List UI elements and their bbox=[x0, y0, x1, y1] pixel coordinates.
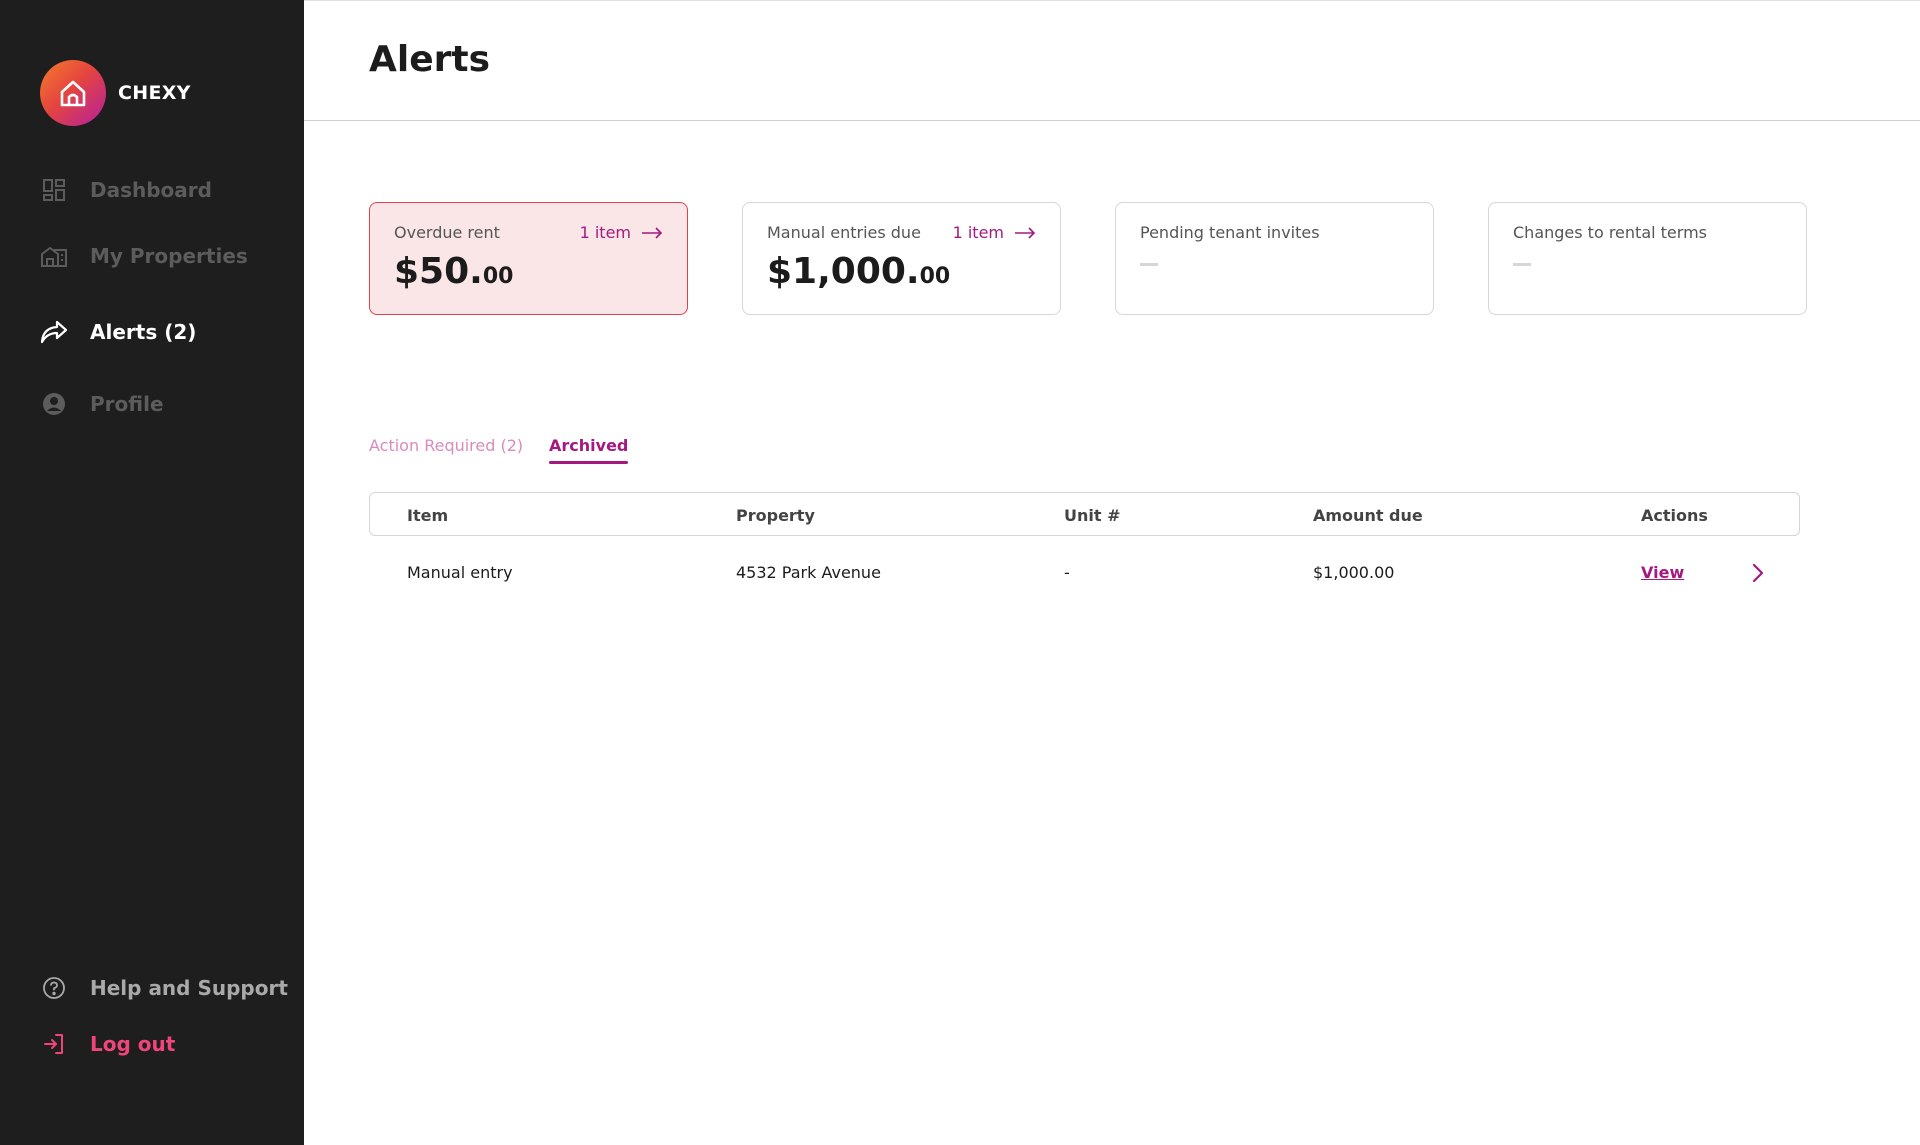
tab-archived[interactable]: Archived bbox=[549, 436, 629, 464]
table-header: Item Property Unit # Amount due Actions bbox=[369, 492, 1800, 536]
brand-name: CHEXY bbox=[118, 82, 191, 104]
amount-main: $1,000. bbox=[767, 251, 920, 292]
sidebar-item-my-properties[interactable]: My Properties bbox=[38, 240, 248, 272]
sidebar-item-label: Alerts (2) bbox=[90, 320, 197, 344]
manual-entries-card: Manual entries due 1 item $1,000.00 bbox=[742, 202, 1061, 315]
page-header: Alerts bbox=[304, 0, 1920, 121]
amount-cents: 00 bbox=[482, 264, 514, 289]
sidebar: CHEXY Dashboard My Properties Alerts (2) bbox=[0, 0, 304, 1145]
tab-label: Archived bbox=[549, 436, 629, 455]
card-label: Pending tenant invites bbox=[1140, 223, 1320, 242]
active-tab-indicator bbox=[549, 461, 629, 464]
logout-label: Log out bbox=[90, 1032, 176, 1056]
help-label: Help and Support bbox=[90, 976, 288, 1000]
chevron-right-icon[interactable] bbox=[1750, 562, 1766, 584]
amount-main: $50. bbox=[394, 251, 483, 292]
empty-value-dash bbox=[1513, 263, 1531, 266]
column-header-amount-due: Amount due bbox=[1313, 506, 1423, 525]
card-label: Overdue rent bbox=[394, 223, 500, 242]
card-amount: $1,000.00 bbox=[767, 251, 950, 292]
page-title: Alerts bbox=[369, 39, 491, 80]
cell-item: Manual entry bbox=[407, 563, 513, 582]
card-label: Changes to rental terms bbox=[1513, 223, 1707, 242]
sidebar-item-label: Dashboard bbox=[90, 178, 212, 202]
arrow-right-icon bbox=[642, 226, 663, 239]
cell-amount-due: $1,000.00 bbox=[1313, 563, 1395, 582]
help-and-support-link[interactable]: Help and Support bbox=[38, 972, 288, 1004]
manual-entries-items-link[interactable]: 1 item bbox=[953, 223, 1036, 242]
cell-unit: - bbox=[1064, 563, 1070, 582]
home-icon bbox=[40, 60, 106, 126]
rental-terms-changes-card: Changes to rental terms bbox=[1488, 202, 1807, 315]
sidebar-item-profile[interactable]: Profile bbox=[38, 388, 164, 420]
brand-logo[interactable]: CHEXY bbox=[40, 60, 191, 126]
tab-action-required[interactable]: Action Required (2) bbox=[369, 436, 523, 455]
card-link-label: 1 item bbox=[952, 223, 1004, 242]
column-header-actions: Actions bbox=[1641, 506, 1708, 525]
column-header-property: Property bbox=[736, 506, 815, 525]
arrow-right-icon bbox=[1015, 226, 1036, 239]
card-label: Manual entries due bbox=[767, 223, 921, 242]
cell-property: 4532 Park Avenue bbox=[736, 563, 881, 582]
logout-button[interactable]: Log out bbox=[38, 1028, 175, 1060]
building-icon bbox=[38, 240, 70, 272]
pending-tenant-invites-card: Pending tenant invites bbox=[1115, 202, 1434, 315]
user-icon bbox=[38, 388, 70, 420]
sidebar-item-label: My Properties bbox=[90, 244, 248, 268]
card-amount: $50.00 bbox=[394, 251, 513, 292]
share-arrow-icon bbox=[38, 316, 70, 348]
sidebar-item-dashboard[interactable]: Dashboard bbox=[38, 174, 212, 206]
empty-value-dash bbox=[1140, 263, 1158, 266]
help-icon bbox=[38, 972, 70, 1004]
logout-icon bbox=[38, 1028, 70, 1060]
dashboard-icon bbox=[38, 174, 70, 206]
overdue-rent-items-link[interactable]: 1 item bbox=[580, 223, 663, 242]
sidebar-item-alerts[interactable]: Alerts (2) bbox=[38, 316, 196, 348]
column-header-unit: Unit # bbox=[1064, 506, 1121, 525]
view-link[interactable]: View bbox=[1641, 563, 1684, 582]
amount-cents: 00 bbox=[919, 264, 951, 289]
sidebar-item-label: Profile bbox=[90, 392, 164, 416]
card-link-label: 1 item bbox=[579, 223, 631, 242]
overdue-rent-card: Overdue rent 1 item $50.00 bbox=[369, 202, 688, 315]
column-header-item: Item bbox=[407, 506, 449, 525]
